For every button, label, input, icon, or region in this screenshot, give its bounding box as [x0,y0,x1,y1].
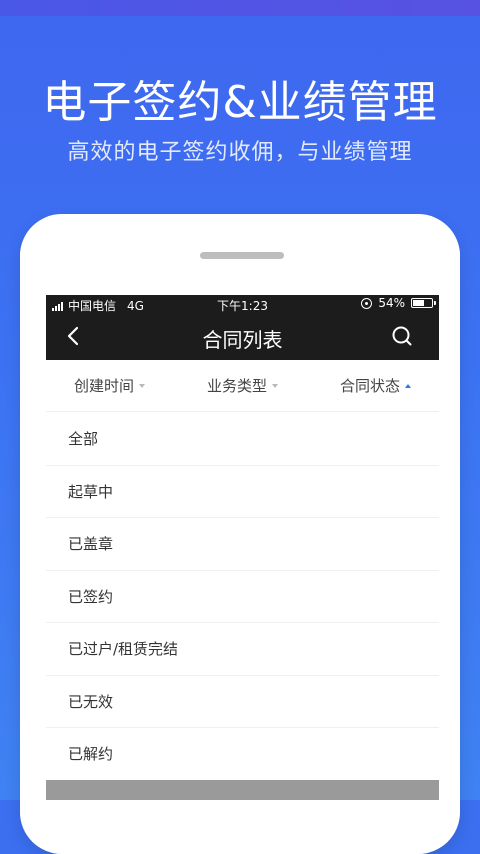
status-option-list: 全部 起草中 已盖章 已签约 已过户/租赁完结 已无效 已解约 [46,413,439,781]
phone-speaker [200,252,284,259]
status-bar: 中国电信 4G 下午1:23 54% [46,295,439,313]
filter-business-type[interactable]: 业务类型 [207,375,278,396]
filter-label: 合同状态 [339,377,400,395]
hero-subtitle: 高效的电子签约收佣，与业绩管理 [67,140,413,165]
phone-screen: 中国电信 4G 下午1:23 54% 合同列表 创建时间 业务类型 合同状态 全… [46,295,439,800]
search-icon[interactable] [387,321,417,351]
list-item[interactable]: 已无效 [46,676,439,728]
hero-title: 电子签约&业绩管理 [42,77,438,128]
list-item[interactable]: 全部 [46,413,439,466]
rotation-lock-icon [361,297,373,309]
chevron-up-icon [404,383,411,388]
battery-icon [411,298,436,308]
list-item[interactable]: 已过户/租赁完结 [46,623,439,676]
nav-bar: 合同列表 [46,313,439,360]
chevron-down-icon [139,383,146,388]
list-item[interactable]: 已签约 [46,571,439,623]
top-band [0,0,480,16]
list-item[interactable]: 起草中 [46,466,439,518]
overlay-mask[interactable] [46,780,439,800]
filter-label: 创建时间 [74,377,135,395]
list-item[interactable]: 已解约 [46,728,439,781]
battery-percent: 54% [378,296,405,310]
status-right: 54% [361,296,436,310]
filter-bar: 创建时间 业务类型 合同状态 [46,360,439,412]
filter-created-time[interactable]: 创建时间 [74,375,146,396]
filter-contract-status[interactable]: 合同状态 [340,375,411,396]
chevron-down-icon [272,383,278,388]
list-item[interactable]: 已盖章 [46,518,439,571]
page-title: 合同列表 [202,328,283,352]
filter-label: 业务类型 [206,377,267,395]
